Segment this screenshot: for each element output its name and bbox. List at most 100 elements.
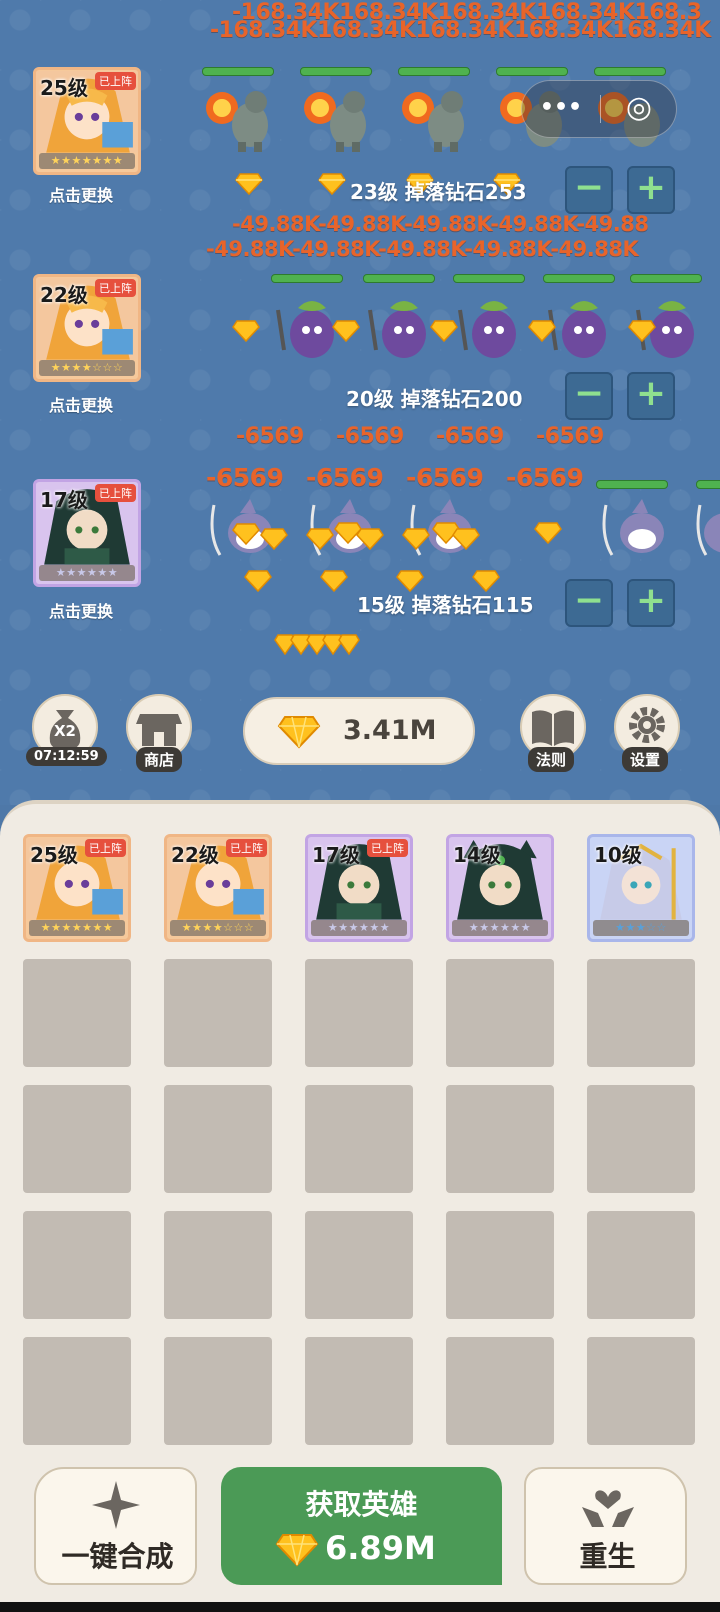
empty-hero-slot[interactable] bbox=[164, 959, 272, 1067]
settings-label: 设置 bbox=[622, 747, 669, 772]
empty-hero-slot[interactable] bbox=[23, 1337, 131, 1445]
enemy-hp-bar bbox=[594, 67, 666, 76]
minus-button[interactable]: − bbox=[565, 372, 613, 420]
speed-timer: 07:12:59 bbox=[26, 747, 107, 766]
diamond-drop-icon bbox=[430, 320, 458, 342]
battle-area: -168.34K168.34K168.34K168.34K168.3 -168.… bbox=[0, 0, 720, 805]
hero-card-row3[interactable]: 17级 已上阵 ★★★★★★ bbox=[33, 479, 141, 587]
diamond-drop-icon bbox=[260, 528, 288, 550]
damage-number: -6569 bbox=[306, 463, 384, 492]
hero-stars: ★★★★★★ bbox=[452, 920, 548, 936]
empty-hero-slot[interactable] bbox=[23, 1211, 131, 1319]
damage-number: -6569 bbox=[236, 424, 304, 449]
diamond-drop-icon bbox=[320, 570, 348, 592]
diamond-pile-icon bbox=[274, 634, 360, 656]
auto-merge-button[interactable]: 一键合成 bbox=[34, 1467, 197, 1585]
damage-number: -6569 bbox=[206, 463, 284, 492]
empty-hero-slot[interactable] bbox=[164, 1337, 272, 1445]
inventory-hero-card[interactable]: 14级 ★★★★★★ bbox=[446, 834, 554, 942]
diamond-icon bbox=[275, 1534, 319, 1567]
rebirth-button[interactable]: 重生 bbox=[524, 1467, 687, 1585]
enemy-hp-bar bbox=[398, 67, 470, 76]
deployed-badge: 已上阵 bbox=[95, 72, 136, 90]
enemy-hp-bar bbox=[300, 67, 372, 76]
enemy-hp-bar bbox=[696, 480, 720, 489]
empty-hero-slot[interactable] bbox=[587, 1085, 695, 1193]
empty-hero-slot[interactable] bbox=[305, 1337, 413, 1445]
hero-level: 17级 bbox=[312, 843, 360, 867]
empty-hero-slot[interactable] bbox=[305, 1211, 413, 1319]
godzilla-enemy-icon bbox=[206, 91, 268, 152]
empty-hero-slot[interactable] bbox=[587, 959, 695, 1067]
plus-button[interactable]: + bbox=[627, 166, 675, 214]
enemy-hp-bar bbox=[630, 274, 702, 283]
minus-button[interactable]: − bbox=[565, 579, 613, 627]
empty-hero-slot[interactable] bbox=[587, 1337, 695, 1445]
empty-hero-slot[interactable] bbox=[587, 1211, 695, 1319]
switch-hero-link[interactable]: 点击更换 bbox=[49, 392, 113, 416]
row-info-text: 20级 掉落钻石200 bbox=[346, 387, 523, 411]
hero-stars: ★★★☆☆ bbox=[593, 920, 689, 936]
empty-hero-slot[interactable] bbox=[446, 1337, 554, 1445]
miniprogram-capsule: ••• ◎ bbox=[521, 80, 677, 138]
empty-hero-slot[interactable] bbox=[164, 1085, 272, 1193]
damage-number: -6569 bbox=[506, 463, 584, 492]
row-info-text: 23级 掉落钻石253 bbox=[350, 180, 527, 204]
plus-button[interactable]: + bbox=[627, 372, 675, 420]
system-nav-bar bbox=[0, 1602, 720, 1612]
damage-number: -6569 bbox=[406, 463, 484, 492]
eggplant-enemy-icon bbox=[368, 301, 426, 358]
deployed-badge: 已上阵 bbox=[226, 839, 267, 857]
plus-button[interactable]: + bbox=[627, 579, 675, 627]
empty-hero-slot[interactable] bbox=[305, 959, 413, 1067]
get-hero-button[interactable]: 获取英雄 6.89M bbox=[221, 1467, 502, 1585]
empty-hero-slot[interactable] bbox=[23, 959, 131, 1067]
more-button[interactable]: ••• bbox=[522, 81, 600, 137]
close-miniprogram-button[interactable]: ◎ bbox=[601, 81, 677, 137]
rules-label: 法则 bbox=[528, 747, 575, 772]
switch-hero-link[interactable]: 点击更换 bbox=[49, 598, 113, 622]
inventory-hero-card[interactable]: 25级 已上阵 ★★★★★★★ bbox=[23, 834, 131, 942]
hero-stars: ★★★★★★★ bbox=[39, 153, 135, 169]
deployed-badge: 已上阵 bbox=[85, 839, 126, 857]
damage-number: -168.34K168.34K168.34K168.34K168.34K bbox=[210, 18, 711, 43]
empty-hero-slot[interactable] bbox=[446, 1211, 554, 1319]
hero-level: 17级 bbox=[40, 488, 88, 512]
enemy-hp-bar bbox=[496, 67, 568, 76]
hero-card-row2[interactable]: 22级 已上阵 ★★★★☆☆☆ bbox=[33, 274, 141, 382]
shark-enemy-icon bbox=[696, 504, 720, 556]
deployed-badge: 已上阵 bbox=[95, 279, 136, 297]
damage-number: -6569 bbox=[336, 424, 404, 449]
diamond-drop-icon bbox=[244, 570, 272, 592]
empty-hero-slot[interactable] bbox=[23, 1085, 131, 1193]
deployed-badge: 已上阵 bbox=[367, 839, 408, 857]
empty-hero-slot[interactable] bbox=[305, 1085, 413, 1193]
diamond-drop-icon bbox=[332, 320, 360, 342]
minus-button[interactable]: − bbox=[565, 166, 613, 214]
switch-hero-link[interactable]: 点击更换 bbox=[49, 182, 113, 206]
hero-stars: ★★★★☆☆☆ bbox=[170, 920, 266, 936]
enemy-hp-bar bbox=[543, 274, 615, 283]
diamond-drop-icon bbox=[402, 528, 430, 550]
diamond-drop-icon bbox=[534, 522, 562, 544]
empty-hero-slot[interactable] bbox=[164, 1211, 272, 1319]
diamond-drop-icon bbox=[356, 528, 384, 550]
inventory-hero-card[interactable]: 17级 已上阵 ★★★★★★ bbox=[305, 834, 413, 942]
inventory-hero-card[interactable]: 22级 已上阵 ★★★★☆☆☆ bbox=[164, 834, 272, 942]
diamond-drop-icon bbox=[628, 320, 656, 342]
godzilla-enemy-icon bbox=[402, 91, 464, 152]
diamond-drop-icon bbox=[318, 173, 346, 195]
enemy-hp-bar bbox=[596, 480, 668, 489]
inventory-hero-card[interactable]: 10级 ★★★☆☆ bbox=[587, 834, 695, 942]
empty-hero-slot[interactable] bbox=[446, 959, 554, 1067]
empty-hero-slot[interactable] bbox=[446, 1085, 554, 1193]
hero-stars: ★★★★☆☆☆ bbox=[39, 360, 135, 376]
diamond-drop-icon bbox=[235, 173, 263, 195]
hero-level: 25级 bbox=[30, 843, 78, 867]
get-hero-cost: 6.89M bbox=[325, 1529, 436, 1567]
diamond-icon bbox=[277, 716, 321, 749]
hero-card-row1[interactable]: 25级 已上阵 ★★★★★★★ bbox=[33, 67, 141, 175]
enemy-hp-bar bbox=[453, 274, 525, 283]
enemy-hp-bar bbox=[271, 274, 343, 283]
hero-level: 10级 bbox=[594, 843, 642, 867]
